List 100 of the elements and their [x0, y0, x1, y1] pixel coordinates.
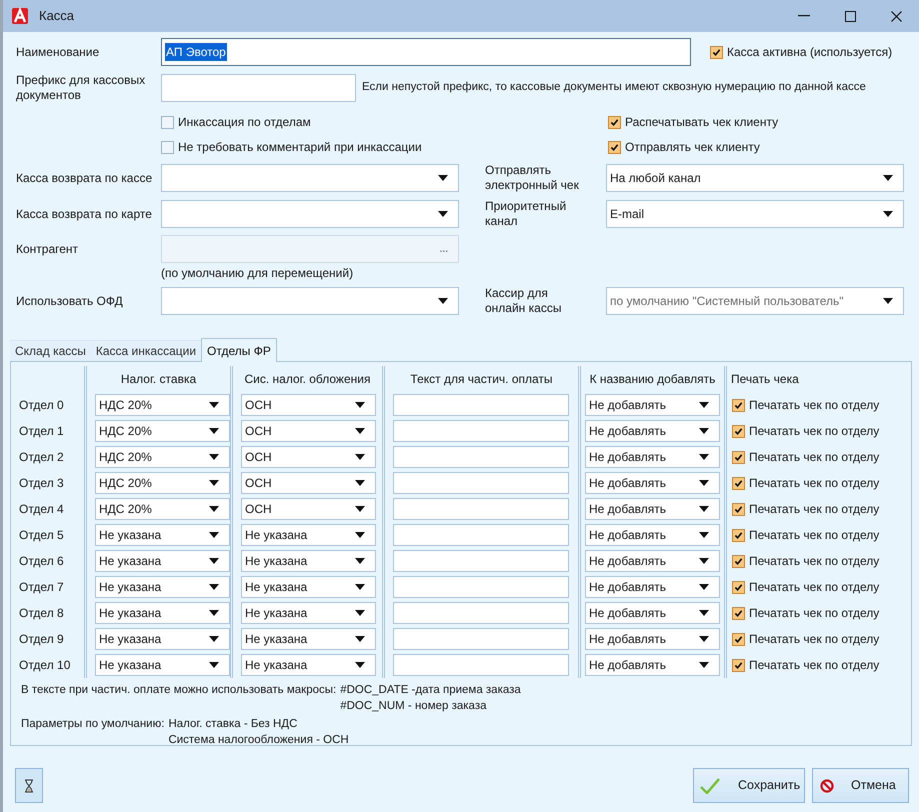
checkbox[interactable]	[732, 502, 745, 516]
field-label: Касса возврата по карте	[16, 206, 153, 223]
text-input-field[interactable]	[393, 498, 569, 520]
dropdown-caret-icon	[883, 211, 893, 217]
checkbox[interactable]	[161, 116, 174, 128]
dropdown-caret-icon	[355, 532, 365, 538]
dropdown-caret-icon	[355, 480, 365, 486]
row-label: Отдел 6	[19, 553, 64, 570]
text-input-field[interactable]	[393, 472, 569, 494]
dropdown[interactable]: Не указана	[95, 524, 230, 546]
checkbox[interactable]	[732, 554, 745, 568]
text-input-field[interactable]	[393, 524, 569, 546]
dropdown-caret-icon	[209, 584, 219, 590]
checkbox-label: Печатать чек по отделу	[749, 553, 880, 570]
dropdown[interactable]: Не указана	[95, 628, 230, 650]
text-input-field[interactable]	[393, 628, 569, 650]
checkbox[interactable]	[732, 398, 745, 412]
dropdown[interactable]: Не указана	[241, 576, 376, 598]
checkbox[interactable]	[732, 632, 745, 646]
dropdown-caret-icon	[209, 558, 219, 564]
dropdown[interactable]: НДС 20%	[95, 472, 230, 494]
dropdown[interactable]: На любой канал	[606, 164, 904, 192]
text-input-field[interactable]	[393, 550, 569, 572]
checkbox[interactable]	[161, 140, 174, 154]
dropdown[interactable]	[161, 200, 459, 228]
dropdown[interactable]: Не указана	[241, 654, 376, 676]
dropdown[interactable]: Не добавлять	[585, 524, 720, 546]
dropdown[interactable]: по умолчанию "Системный пользователь"	[606, 287, 904, 315]
dropdown[interactable]: Не указана	[241, 628, 376, 650]
save-button[interactable]: Сохранить	[693, 768, 805, 803]
dropdown[interactable]: ОСН	[241, 420, 376, 442]
checkbox[interactable]	[732, 424, 745, 438]
checkbox[interactable]	[732, 450, 745, 464]
name-input-field[interactable]: АП Эвотор	[161, 38, 691, 66]
dropdown[interactable]: ОСН	[241, 472, 376, 494]
dropdown[interactable]: Не добавлять	[585, 550, 720, 572]
checkbox-label: Касса активна (используется)	[727, 44, 892, 61]
dropdown[interactable]: НДС 20%	[95, 446, 230, 468]
field-label: Использовать ОФД	[16, 293, 124, 310]
hourglass-button[interactable]	[15, 768, 43, 803]
dropdown[interactable]	[161, 287, 459, 315]
dropdown[interactable]: Не добавлять	[585, 576, 720, 598]
dropdown-caret-icon	[699, 558, 709, 564]
dropdown-caret-icon	[209, 480, 219, 486]
dropdown[interactable]: Не указана	[95, 602, 230, 624]
dropdown-caret-icon	[699, 454, 709, 460]
tab[interactable]: Склад кассы	[10, 340, 91, 361]
checkbox[interactable]	[732, 658, 745, 672]
text-input-field[interactable]	[393, 602, 569, 624]
dropdown[interactable]: Не указана	[241, 550, 376, 572]
checkbox[interactable]	[710, 46, 723, 58]
text-input-field[interactable]	[393, 654, 569, 676]
dropdown[interactable]: ОСН	[241, 446, 376, 468]
tab[interactable]: Отделы ФР	[201, 338, 277, 362]
dropdown[interactable]: Не указана	[95, 550, 230, 572]
dropdown-caret-icon	[699, 584, 709, 590]
dropdown[interactable]: Не добавлять	[585, 472, 720, 494]
checkbox[interactable]	[608, 140, 621, 154]
dropdown[interactable]: Не добавлять	[585, 498, 720, 520]
checkbox[interactable]	[732, 476, 745, 490]
dropdown[interactable]: НДС 20%	[95, 420, 230, 442]
dropdown[interactable]: E-mail	[606, 200, 904, 228]
dropdown[interactable]: Не указана	[95, 654, 230, 676]
prefix-input-field[interactable]	[161, 74, 356, 102]
checkbox[interactable]	[732, 606, 745, 620]
checkbox[interactable]	[608, 116, 621, 128]
dropdown[interactable]: Не указана	[241, 524, 376, 546]
checkbox-label: Распечатывать чек клиенту	[625, 114, 778, 131]
dropdown[interactable]	[161, 164, 459, 192]
checkbox[interactable]	[732, 528, 745, 542]
tab[interactable]: Касса инкассации	[90, 340, 202, 361]
dropdown-caret-icon	[438, 298, 448, 304]
field-label: Приоритетный канал	[485, 199, 568, 229]
dropdown-caret-icon	[699, 532, 709, 538]
checkbox-label: Печатать чек по отделу	[749, 605, 880, 622]
hourglass-icon	[24, 778, 34, 792]
dropdown[interactable]: НДС 20%	[95, 394, 230, 416]
text-input-field[interactable]	[393, 394, 569, 416]
checkbox-label: Не требовать комментарий при инкассации	[178, 139, 422, 156]
dropdown[interactable]: Не добавлять	[585, 420, 720, 442]
text-input-field[interactable]	[393, 446, 569, 468]
text-input-field[interactable]	[393, 420, 569, 442]
dropdown[interactable]: Не добавлять	[585, 654, 720, 676]
dropdown-caret-icon	[355, 506, 365, 512]
dropdown[interactable]: Не добавлять	[585, 446, 720, 468]
dropdown[interactable]: Не добавлять	[585, 394, 720, 416]
dropdown[interactable]: НДС 20%	[95, 498, 230, 520]
dropdown[interactable]: Не указана	[95, 576, 230, 598]
dropdown[interactable]: Не добавлять	[585, 628, 720, 650]
checkbox-label: Печатать чек по отделу	[749, 423, 880, 440]
dropdown[interactable]: ОСН	[241, 498, 376, 520]
dropdown[interactable]: Не указана	[241, 602, 376, 624]
row-label: Отдел 0	[19, 397, 64, 414]
checkbox[interactable]	[732, 580, 745, 594]
dropdown-caret-icon	[699, 428, 709, 434]
dropdown[interactable]: ОСН	[241, 394, 376, 416]
text-input-field[interactable]	[393, 576, 569, 598]
note-text: Система налогообложения - ОСН	[168, 733, 350, 748]
dropdown[interactable]: Не добавлять	[585, 602, 720, 624]
cancel-button[interactable]: Отмена	[812, 768, 909, 803]
